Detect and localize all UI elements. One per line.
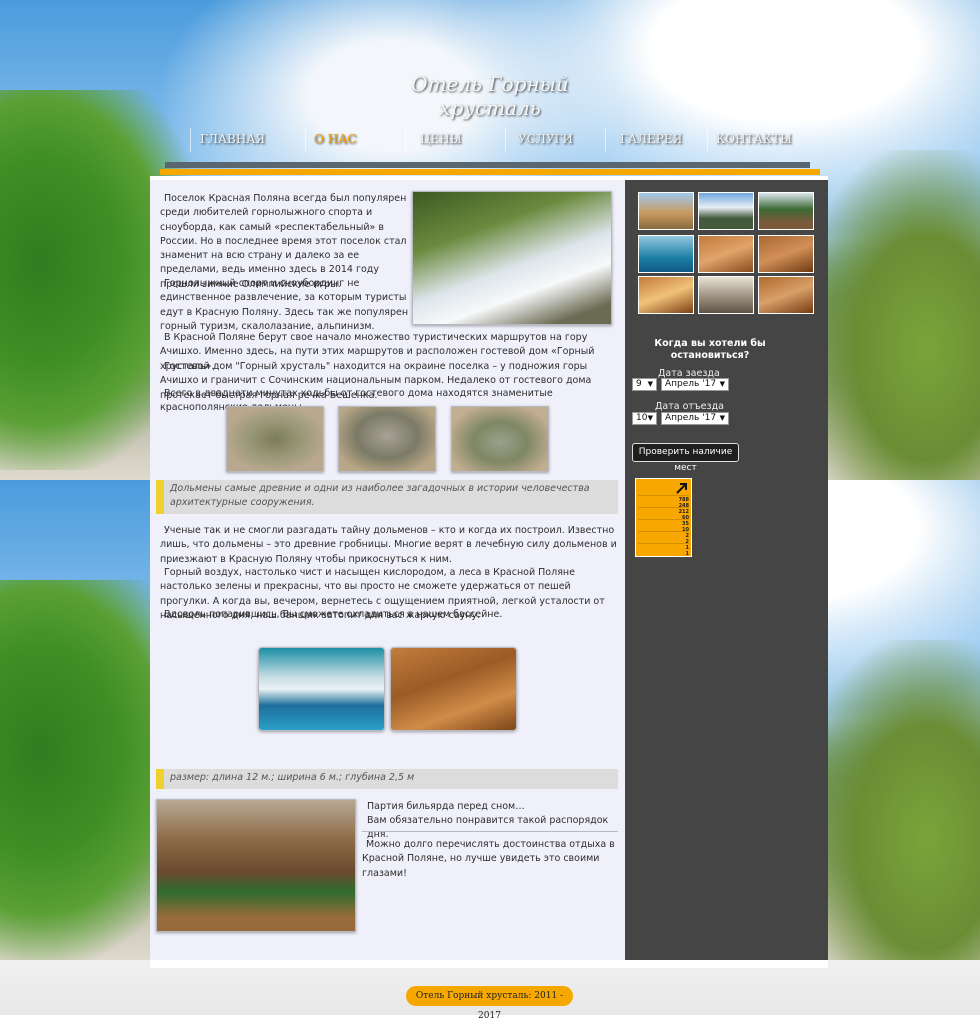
counter-row: 11 bbox=[638, 543, 689, 557]
checkin-month-value: Апрель '17 bbox=[665, 379, 717, 389]
billiard-caption-line-1: Партия бильярда перед сном… bbox=[367, 801, 525, 812]
chevron-down-icon: ▼ bbox=[719, 380, 725, 388]
nav-separator bbox=[605, 128, 606, 152]
counter-row: 788 248 bbox=[638, 495, 689, 509]
sauna-photo[interactable] bbox=[390, 647, 517, 731]
check-availability-button[interactable]: Проверить наличие мест bbox=[632, 443, 739, 473]
checkout-month-value: Апрель '17 bbox=[665, 413, 717, 423]
nav-separator bbox=[305, 128, 306, 152]
gallery-thumb-1[interactable] bbox=[638, 192, 694, 230]
nav-separator bbox=[405, 128, 406, 152]
counter-row: 22 bbox=[638, 531, 689, 545]
gallery-thumb-2[interactable] bbox=[698, 192, 754, 230]
header-ribbon-dark bbox=[165, 162, 810, 168]
site-logo[interactable]: Отель Горный хрусталь bbox=[390, 72, 590, 120]
nav-item-home[interactable]: ГЛАВНАЯ bbox=[200, 132, 265, 146]
billiard-photo[interactable] bbox=[156, 799, 356, 932]
counter-row: 35 10 bbox=[638, 519, 689, 533]
gallery-thumb-7[interactable] bbox=[638, 276, 694, 314]
section2-paragraph-3: Вдоволь попарившись, Вы сможете охладить… bbox=[164, 609, 503, 620]
checkin-month-select[interactable]: Апрель '17 ▼ bbox=[661, 378, 729, 391]
counter-value: 11 bbox=[685, 545, 689, 557]
nav-separator bbox=[707, 128, 708, 152]
river-photo bbox=[412, 191, 612, 325]
checkin-day-value: 9 bbox=[636, 379, 642, 389]
gallery-thumb-8[interactable] bbox=[698, 276, 754, 314]
checkin-day-select[interactable]: 9 ▼ bbox=[632, 378, 657, 391]
header-ribbon-orange bbox=[160, 169, 820, 175]
nav-item-prices[interactable]: ЦЕНЫ bbox=[420, 132, 462, 146]
chevron-down-icon: ▼ bbox=[719, 414, 725, 422]
nav-item-gallery[interactable]: ГАЛЕРЕЯ bbox=[620, 132, 682, 146]
nav-item-contacts[interactable]: КОНТАКТЫ bbox=[716, 132, 792, 146]
dolmen-photo-3[interactable] bbox=[451, 406, 549, 472]
checkout-day-select[interactable]: 10 ▼ bbox=[632, 412, 657, 425]
gallery-thumb-3[interactable] bbox=[758, 192, 814, 230]
caption-divider bbox=[362, 831, 618, 832]
quote-dolmens: Дольмены самые древние и одни из наиболе… bbox=[156, 480, 618, 514]
gallery-thumb-9[interactable] bbox=[758, 276, 814, 314]
nav-separator bbox=[190, 128, 191, 152]
intro-paragraph-2: Горнолыжный спорт и сноубординг не единс… bbox=[160, 278, 409, 332]
main-content: Поселок Красная Поляна всегда был популя… bbox=[150, 180, 625, 960]
visitor-counter[interactable]: 788 248 212 60 35 10 22 11 bbox=[635, 478, 692, 557]
checkout-month-select[interactable]: Апрель '17 ▼ bbox=[661, 412, 729, 425]
footer-copyright: Отель Горный хрусталь: 2011 - 2017 bbox=[406, 986, 573, 1021]
dolmen-photo-1[interactable] bbox=[226, 406, 324, 472]
checkout-label: Дата отъезда bbox=[655, 401, 724, 412]
nav-item-services[interactable]: УСЛУГИ bbox=[518, 132, 573, 146]
chevron-down-icon: ▼ bbox=[647, 414, 653, 422]
section2-paragraph-1: Ученые так и не смогли разгадать тайну д… bbox=[160, 525, 617, 565]
arrow-up-right-icon bbox=[676, 483, 687, 494]
gallery-thumb-4[interactable] bbox=[638, 235, 694, 273]
nav-item-about[interactable]: О НАС bbox=[314, 132, 356, 146]
main-nav: ГЛАВНАЯ О НАС ЦЕНЫ УСЛУГИ ГАЛЕРЕЯ КОНТАК… bbox=[180, 128, 800, 154]
checkout-day-value: 10 bbox=[636, 413, 648, 423]
nav-separator bbox=[505, 128, 506, 152]
sidebar: Когда вы хотели бы остановиться? Дата за… bbox=[625, 180, 828, 960]
gallery-thumb-5[interactable] bbox=[698, 235, 754, 273]
pool-photo[interactable] bbox=[258, 647, 385, 731]
dolmen-photo-2[interactable] bbox=[338, 406, 436, 472]
booking-title: Когда вы хотели бы остановиться? bbox=[654, 338, 766, 361]
chevron-down-icon: ▼ bbox=[647, 380, 653, 388]
quote-pool-size: размер: длина 12 м.; ширина 6 м.; глубин… bbox=[156, 769, 618, 789]
closing-paragraph: Можно долго перечислять достоинства отды… bbox=[362, 839, 615, 879]
gallery-thumb-6[interactable] bbox=[758, 235, 814, 273]
counter-row: 212 60 bbox=[638, 507, 689, 521]
